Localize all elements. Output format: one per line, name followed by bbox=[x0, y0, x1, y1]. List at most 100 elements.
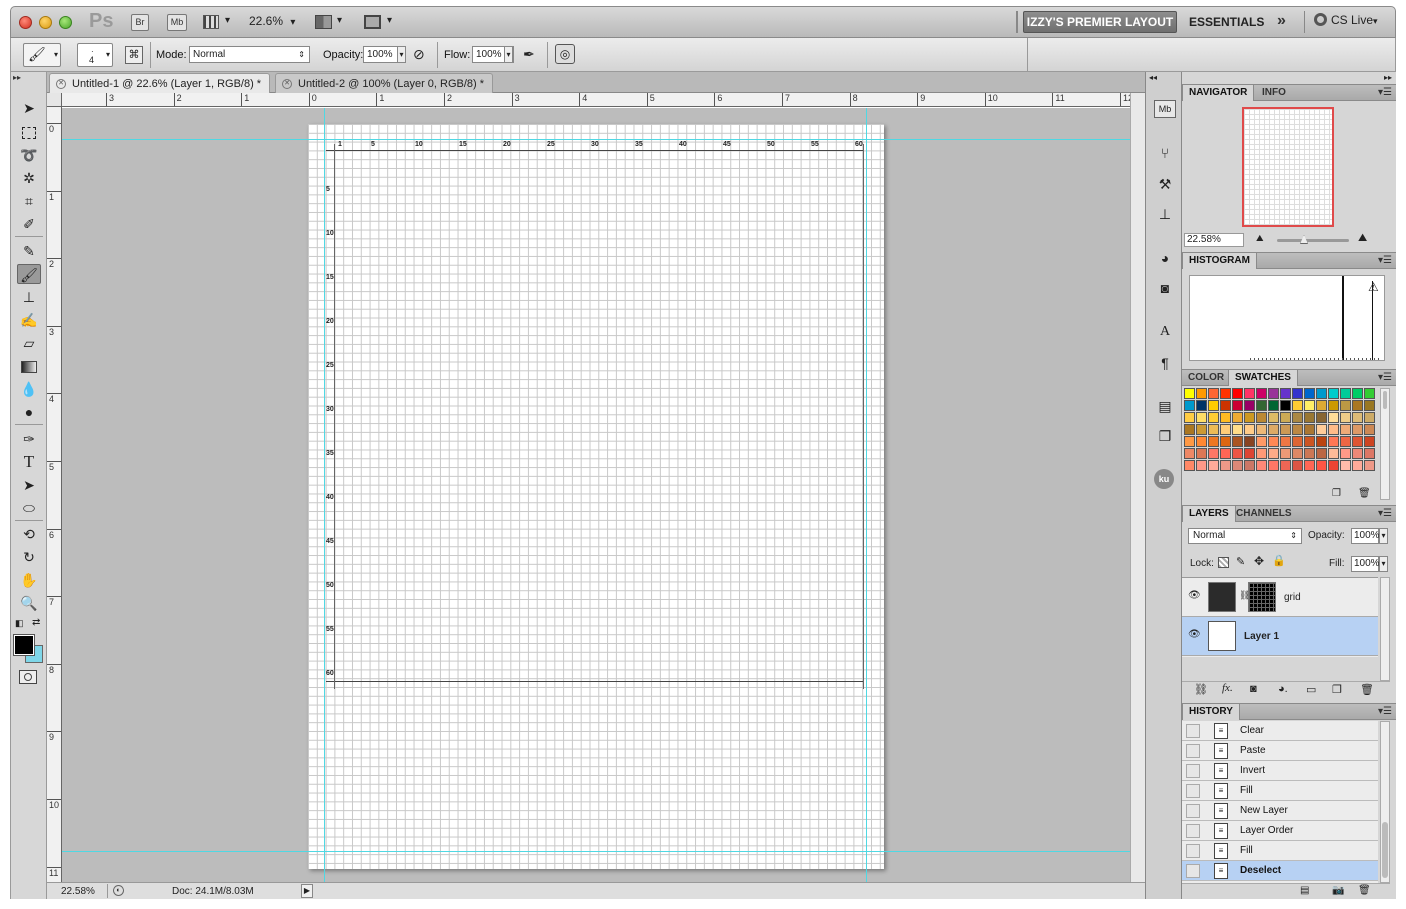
new-swatch-icon[interactable]: ❐ bbox=[1332, 488, 1341, 499]
zoom-window-icon[interactable] bbox=[59, 16, 72, 29]
visibility-eye-icon[interactable]: 👁 bbox=[1188, 629, 1201, 640]
color-swatch[interactable] bbox=[1352, 448, 1363, 459]
color-swatch[interactable] bbox=[1208, 448, 1219, 459]
chevron-down-icon[interactable]: ▾ bbox=[225, 15, 230, 26]
color-swatch[interactable] bbox=[1184, 448, 1195, 459]
close-tab-icon[interactable]: ✕ bbox=[282, 79, 292, 89]
color-swatch[interactable] bbox=[1304, 460, 1315, 471]
ellipse-tool[interactable]: ⬭ bbox=[17, 498, 41, 518]
guide-line[interactable] bbox=[866, 108, 867, 882]
color-swatch[interactable] bbox=[1208, 412, 1219, 423]
tab-info[interactable]: INFO bbox=[1256, 85, 1292, 101]
guide-line[interactable] bbox=[62, 139, 1130, 140]
color-swatch[interactable] bbox=[1292, 424, 1303, 435]
workspace-essentials-button[interactable]: ESSENTIALS bbox=[1189, 15, 1264, 29]
type-tool[interactable]: T bbox=[17, 452, 41, 472]
snapshot-source-checkbox[interactable] bbox=[1186, 824, 1200, 838]
color-swatch[interactable] bbox=[1340, 448, 1351, 459]
color-swatch[interactable] bbox=[1232, 412, 1243, 423]
color-swatch[interactable] bbox=[1268, 460, 1279, 471]
color-swatch[interactable] bbox=[1244, 400, 1255, 411]
color-swatch[interactable] bbox=[1364, 460, 1375, 471]
3d-rotate-tool[interactable]: ⟲ bbox=[17, 524, 41, 544]
color-swatch[interactable] bbox=[1316, 412, 1327, 423]
notes-icon[interactable]: ▤ bbox=[1154, 395, 1176, 417]
color-swatch[interactable] bbox=[1328, 424, 1339, 435]
color-swatch[interactable] bbox=[1220, 436, 1231, 447]
close-window-icon[interactable] bbox=[19, 16, 32, 29]
color-swatch[interactable] bbox=[1280, 400, 1291, 411]
chevron-down-icon[interactable]: ▾ bbox=[337, 15, 342, 26]
color-swatch[interactable] bbox=[1232, 436, 1243, 447]
brush-presets-icon[interactable]: ⚒ bbox=[1154, 173, 1176, 195]
color-swatch[interactable] bbox=[1292, 448, 1303, 459]
history-state[interactable]: ≡ Fill bbox=[1182, 841, 1378, 861]
color-swatch[interactable] bbox=[1244, 460, 1255, 471]
color-swatch[interactable] bbox=[1232, 400, 1243, 411]
color-swatch[interactable] bbox=[1232, 460, 1243, 471]
kuler-icon[interactable]: ku bbox=[1154, 469, 1174, 489]
color-swatch[interactable] bbox=[1208, 436, 1219, 447]
color-swatch[interactable] bbox=[1232, 424, 1243, 435]
panel-menu-icon[interactable]: ▾☰ bbox=[1378, 704, 1392, 720]
color-swatch[interactable] bbox=[1316, 400, 1327, 411]
adjustment-layer-icon[interactable]: ◕. bbox=[1278, 683, 1288, 695]
color-swatch[interactable] bbox=[1268, 436, 1279, 447]
tab-swatches[interactable]: SWATCHES bbox=[1228, 370, 1298, 386]
color-swatch[interactable] bbox=[1244, 412, 1255, 423]
zoom-tool[interactable]: 🔍 bbox=[17, 593, 41, 613]
color-swatch[interactable] bbox=[1316, 424, 1327, 435]
eyedropper-tool[interactable]: ✐ bbox=[17, 214, 41, 234]
horizontal-ruler[interactable]: 3210123456789101112 bbox=[62, 93, 1130, 107]
guide-line[interactable] bbox=[324, 108, 325, 882]
color-swatch[interactable] bbox=[1196, 448, 1207, 459]
color-swatch[interactable] bbox=[1352, 424, 1363, 435]
color-swatch[interactable] bbox=[1268, 400, 1279, 411]
chevron-down-icon[interactable]: ▾ bbox=[387, 15, 392, 26]
snapshot-source-checkbox[interactable] bbox=[1186, 844, 1200, 858]
color-swatch[interactable] bbox=[1292, 436, 1303, 447]
color-swatch[interactable] bbox=[1280, 424, 1291, 435]
color-swatch[interactable] bbox=[1196, 388, 1207, 399]
color-swatch[interactable] bbox=[1208, 460, 1219, 471]
bridge-button[interactable]: Br bbox=[131, 14, 149, 31]
mini-bridge-panel-icon[interactable]: Mb bbox=[1154, 100, 1176, 118]
color-swatch[interactable] bbox=[1304, 424, 1315, 435]
lock-all-icon[interactable]: 🔒 bbox=[1272, 554, 1286, 567]
history-state[interactable]: ≡ New Layer bbox=[1182, 801, 1378, 821]
color-swatch[interactable] bbox=[1352, 388, 1363, 399]
color-swatch[interactable] bbox=[1232, 388, 1243, 399]
color-swatch[interactable] bbox=[1220, 388, 1231, 399]
color-swatch[interactable] bbox=[1244, 388, 1255, 399]
layer-comps-icon[interactable]: ❐ bbox=[1154, 425, 1176, 447]
clone-source-icon[interactable]: ⊥ bbox=[1154, 203, 1176, 225]
more-workspaces-button[interactable]: » bbox=[1277, 12, 1286, 30]
swatches-scrollbar[interactable] bbox=[1380, 388, 1390, 500]
mini-bridge-button[interactable]: Mb bbox=[167, 14, 187, 31]
tab-color[interactable]: COLOR bbox=[1182, 370, 1230, 386]
status-menu-arrow-icon[interactable]: ▶ bbox=[301, 884, 313, 898]
color-swatch[interactable] bbox=[1208, 388, 1219, 399]
color-swatch[interactable] bbox=[1352, 436, 1363, 447]
color-swatch[interactable] bbox=[1256, 412, 1267, 423]
layer-row-layer-1[interactable]: 👁 Layer 1 bbox=[1182, 617, 1378, 656]
airbrush-icon[interactable]: ✒ bbox=[523, 46, 535, 63]
gradient-tool[interactable] bbox=[17, 356, 41, 376]
color-swatch[interactable] bbox=[1256, 400, 1267, 411]
lock-transparent-icon[interactable] bbox=[1218, 557, 1229, 568]
layers-scrollbar[interactable] bbox=[1380, 577, 1390, 681]
zoom-out-icon[interactable]: ⛰ bbox=[1256, 233, 1264, 244]
color-swatch[interactable] bbox=[1340, 388, 1351, 399]
hand-tool[interactable]: ✋ bbox=[17, 570, 41, 590]
tab-histogram[interactable]: HISTOGRAM bbox=[1182, 253, 1257, 269]
foreground-color-swatch[interactable] bbox=[13, 634, 35, 656]
color-swatch[interactable] bbox=[1364, 448, 1375, 459]
status-zoom-value[interactable]: 22.58% bbox=[61, 886, 95, 897]
layer-fill-input[interactable]: 100% bbox=[1351, 556, 1380, 572]
quick-mask-icon[interactable] bbox=[19, 670, 37, 684]
ruler-origin[interactable] bbox=[47, 93, 62, 107]
link-layers-icon[interactable]: ⛓ bbox=[1194, 683, 1208, 696]
collapse-toolbar-icon[interactable]: ▸▸ bbox=[13, 73, 21, 82]
color-swatch[interactable] bbox=[1340, 412, 1351, 423]
color-swatch[interactable] bbox=[1352, 400, 1363, 411]
